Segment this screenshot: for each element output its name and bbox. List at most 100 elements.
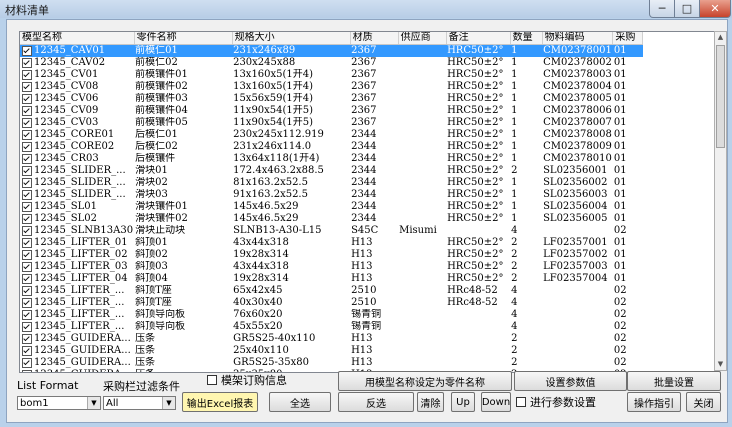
table-cell: [398, 237, 446, 249]
row-checkbox[interactable]: [22, 321, 32, 332]
table-row[interactable]: 12345_CV09 前模镶件04 11x90x54(1开5) 2367 HRC50±2…: [20, 105, 643, 117]
row-checkbox[interactable]: [22, 333, 32, 344]
guide-button[interactable]: 操作指引: [627, 392, 681, 412]
table-row[interactable]: 12345_CORE01 后模仁01 230x245x112.919 2344 HRC5…: [20, 129, 643, 141]
row-checkbox[interactable]: [22, 357, 32, 368]
set-model-name-button[interactable]: 用模型名称设定为零件名称: [338, 371, 512, 391]
clear-button[interactable]: 清除: [417, 392, 444, 412]
table-row[interactable]: 12345_CORE02 后模仁02 231x246x114.0 2344 HRC50±…: [20, 141, 643, 153]
select-all-button[interactable]: 全选: [269, 392, 331, 412]
table-row[interactable]: 12345_LIFTER_... 斜顶导向板 76x60x20 锡青铜 4 02: [20, 309, 643, 321]
down-button[interactable]: Down: [481, 392, 511, 412]
table-row[interactable]: 12345_CV08 前模镶件02 13x160x5(1开4) 2367 HRC50±2…: [20, 81, 643, 93]
row-checkbox[interactable]: [22, 141, 32, 152]
table-row[interactable]: 12345_LIFTER_02 斜顶02 19x28x314 H13 HRC50±2° 2…: [20, 249, 643, 261]
table-row[interactable]: 12345_LIFTER_... 斜顶导向板 45x55x20 锡青铜 4 02: [20, 321, 643, 333]
row-checkbox[interactable]: [22, 165, 32, 176]
row-checkbox[interactable]: [22, 105, 32, 116]
row-checkbox[interactable]: [22, 81, 32, 92]
row-checkbox[interactable]: [22, 237, 32, 248]
cell-text: 12345_CV01: [34, 69, 99, 80]
row-checkbox[interactable]: [22, 69, 32, 80]
table-row[interactable]: 12345_CAV02 前模仁02 230x245x88 2367 HRC50±2° 1 C…: [20, 57, 643, 69]
table-row[interactable]: 12345_SLIDER_... 滑块02 81x163.2x52.5 2344 HRC…: [20, 177, 643, 189]
table-row[interactable]: 12345_SLIDER_... 滑块03 91x163.2x52.5 2344 HRC…: [20, 189, 643, 201]
table-row[interactable]: 12345_CV03 前模镶件05 11x90x54(1开5) 2367 HRC50±2…: [20, 117, 643, 129]
table-row[interactable]: 12345_LIFTER_03 斜顶03 43x44x318 H13 HRC50±2° 2…: [20, 261, 643, 273]
close-window-button[interactable]: ✕: [699, 0, 731, 18]
table-row[interactable]: 12345_SL01 滑块镶件01 145x46.5x29 2344 HRC50±2° 1…: [20, 201, 643, 213]
col-header[interactable]: 备注: [446, 32, 511, 45]
table-cell: [542, 345, 613, 357]
table-cell: 02: [613, 309, 643, 321]
col-header[interactable]: 物料编码: [542, 32, 614, 45]
row-checkbox[interactable]: [22, 129, 32, 140]
set-params-button[interactable]: 设置参数值: [514, 371, 627, 391]
row-checkbox[interactable]: [22, 345, 32, 356]
col-header[interactable]: 模型名称: [20, 32, 135, 45]
cell-text: 01: [613, 165, 627, 176]
scroll-down-arrow-icon[interactable]: ▼: [715, 359, 726, 370]
table-row[interactable]: 12345_CV06 前模镶件03 15x56x59(1开4) 2367 HRC50±2…: [20, 93, 643, 105]
row-checkbox[interactable]: [22, 177, 32, 188]
row-checkbox[interactable]: [22, 189, 32, 200]
up-button[interactable]: Up: [451, 392, 475, 412]
bom-grid[interactable]: 模型名称 零件名称 规格大小 材质 供应商 备注 数量 物料编码 采购 1234…: [19, 31, 716, 373]
batch-settings-button[interactable]: 批量设置: [627, 371, 721, 391]
col-header[interactable]: 数量: [510, 32, 543, 45]
table-row[interactable]: 12345_CV01 前模镶件01 13x160x5(1开4) 2367 HRC50±2…: [20, 69, 643, 81]
col-header[interactable]: 规格大小: [232, 32, 351, 45]
row-checkbox[interactable]: [22, 309, 32, 320]
row-checkbox[interactable]: [22, 225, 32, 236]
chevron-down-icon[interactable]: ▼: [87, 397, 100, 409]
filter-select[interactable]: All ▼: [103, 396, 176, 410]
table-cell: [398, 177, 446, 189]
row-checkbox[interactable]: [22, 201, 32, 212]
table-row[interactable]: 12345_CAV01 前模仁01 231x246x89 2367 HRC50±2° 1 C…: [20, 44, 643, 57]
table-row[interactable]: 12345_GUIDERA... 压条 GR5S25-40x110 H13 2 02: [20, 333, 643, 345]
row-checkbox[interactable]: [22, 297, 32, 308]
row-checkbox[interactable]: [22, 261, 32, 272]
vertical-scrollbar[interactable]: ▲ ▼: [714, 31, 727, 371]
table-row[interactable]: 12345_CR03 后模镶件 13x64x118(1开4) 2344 HRC50±2°…: [20, 153, 643, 165]
cell-text: 1: [511, 213, 518, 224]
maximize-button[interactable]: □: [674, 0, 700, 18]
row-checkbox[interactable]: [22, 117, 32, 128]
col-header[interactable]: 零件名称: [134, 32, 233, 45]
table-row[interactable]: 12345_LIFTER_... 斜顶T座 40x30x40 2510 HRc48-52…: [20, 297, 643, 309]
close-button[interactable]: 关闭: [686, 392, 721, 412]
row-checkbox[interactable]: [22, 369, 32, 372]
scroll-up-arrow-icon[interactable]: ▲: [715, 32, 726, 43]
row-checkbox[interactable]: [22, 93, 32, 104]
table-row[interactable]: 12345_LIFTER_... 斜顶T座 65x42x45 2510 HRc48-52…: [20, 285, 643, 297]
checkbox-box[interactable]: [516, 397, 526, 407]
col-header[interactable]: 材质: [350, 32, 399, 45]
cell-text: H13: [351, 261, 373, 272]
checkbox-box[interactable]: [207, 375, 217, 385]
table-row[interactable]: 12345_SLIDER_... 滑块01 172.4x463.2x88.5 2344…: [20, 165, 643, 177]
row-checkbox[interactable]: [22, 273, 32, 284]
table-row[interactable]: 12345_LIFTER_01 斜顶01 43x44x318 H13 HRC50±2° 2…: [20, 237, 643, 249]
export-excel-button[interactable]: 输出Excel报表: [182, 392, 258, 412]
table-row[interactable]: 12345_LIFTER_04 斜顶04 19x28x314 H13 HRC50±2° 2…: [20, 273, 643, 285]
scroll-thumb[interactable]: [716, 45, 725, 148]
row-checkbox[interactable]: [22, 213, 32, 224]
cell-text: 01: [613, 57, 627, 68]
table-row[interactable]: 12345_GUIDERA... 压条 GR5S25-35x80 H13 2 02: [20, 357, 643, 369]
param-settings-checkbox[interactable]: 进行参数设置: [516, 395, 596, 409]
row-checkbox[interactable]: [22, 249, 32, 260]
table-row[interactable]: 12345_SL02 滑块镶件02 145x46.5x29 2344 HRC50±2° 1…: [20, 213, 643, 225]
mold-order-checkbox[interactable]: 模架订购信息: [207, 373, 287, 387]
minimize-button[interactable]: ─: [649, 0, 675, 18]
table-row[interactable]: 12345_SLNB13A30 滑块止动块 SLNB13-A30-L15 S45C Mi…: [20, 225, 643, 237]
invert-selection-button[interactable]: 反选: [338, 392, 414, 412]
chevron-down-icon[interactable]: ▼: [162, 397, 175, 409]
table-row[interactable]: 12345_GUIDERA... 压条 25x40x110 H13 2 02: [20, 345, 643, 357]
row-checkbox[interactable]: [22, 285, 32, 296]
row-checkbox[interactable]: [22, 57, 32, 68]
list-format-select[interactable]: bom1 ▼: [17, 396, 101, 410]
col-header[interactable]: 采购: [612, 32, 644, 45]
row-checkbox[interactable]: [22, 45, 32, 56]
col-header[interactable]: 供应商: [398, 32, 447, 45]
row-checkbox[interactable]: [22, 153, 32, 164]
